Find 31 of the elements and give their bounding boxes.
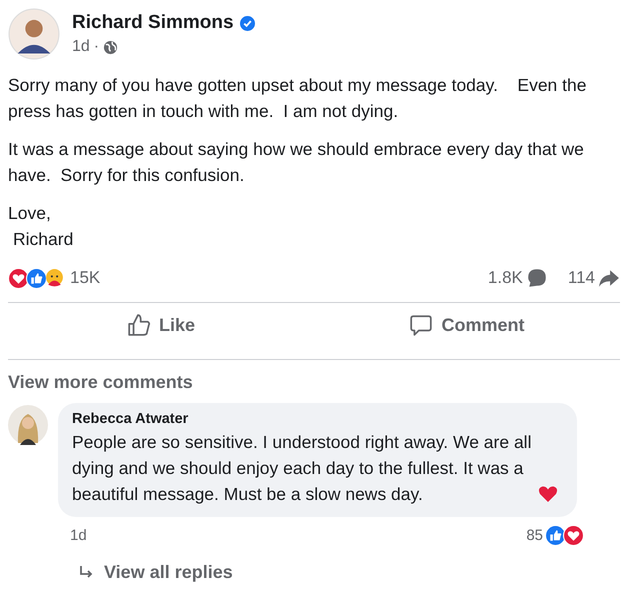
like-reaction-icon <box>26 268 47 288</box>
view-more-comments-link[interactable]: View more comments <box>8 372 193 393</box>
commenter-avatar[interactable] <box>8 405 48 445</box>
thumbs-up-icon <box>126 313 151 337</box>
signoff-line: Richard <box>12 228 74 251</box>
like-button[interactable]: Like <box>8 303 314 347</box>
signoff-line: Love, <box>8 202 52 225</box>
share-count[interactable]: 114 <box>568 268 595 288</box>
view-replies-link[interactable]: View all replies <box>78 562 584 583</box>
comment-reaction-count[interactable]: 85 <box>526 527 543 544</box>
speech-bubble-icon <box>526 267 548 289</box>
speech-bubble-icon <box>409 313 434 337</box>
comment-button[interactable]: Comment <box>314 303 620 347</box>
post-paragraph: It was a message about saying how we should embrace every day that we have. Sorry for this confusion. <box>8 138 585 187</box>
heart-icon <box>538 485 558 503</box>
view-replies-text: View all replies <box>104 562 233 583</box>
comment-time[interactable]: 1d <box>70 527 87 544</box>
globe-icon <box>103 40 118 54</box>
commenter-name[interactable]: Rebecca Atwater <box>72 411 563 427</box>
author-name[interactable]: Richard Simmons <box>72 12 234 34</box>
reaction-count[interactable]: 15K <box>70 268 100 288</box>
post-paragraph: Sorry many of you have gotten upset about my message today. Even the press has gotten in touch with me. I am not dying. <box>8 74 588 123</box>
comment-count[interactable]: 1.8K <box>488 268 523 288</box>
like-reaction-icon <box>545 525 566 546</box>
avatar[interactable] <box>8 8 60 60</box>
separator-dot: · <box>94 38 100 56</box>
heart-reaction-icon <box>8 268 29 288</box>
comment-text: People are so sensitive. I understood right away. We are all dying and we should enjoy each day to the fullest. It was a beautiful message. Must be a slow news day. <box>72 431 532 506</box>
heart-reaction-icon <box>563 525 584 546</box>
post-time[interactable]: 1d <box>72 38 90 56</box>
reply-arrow-icon <box>78 564 94 580</box>
